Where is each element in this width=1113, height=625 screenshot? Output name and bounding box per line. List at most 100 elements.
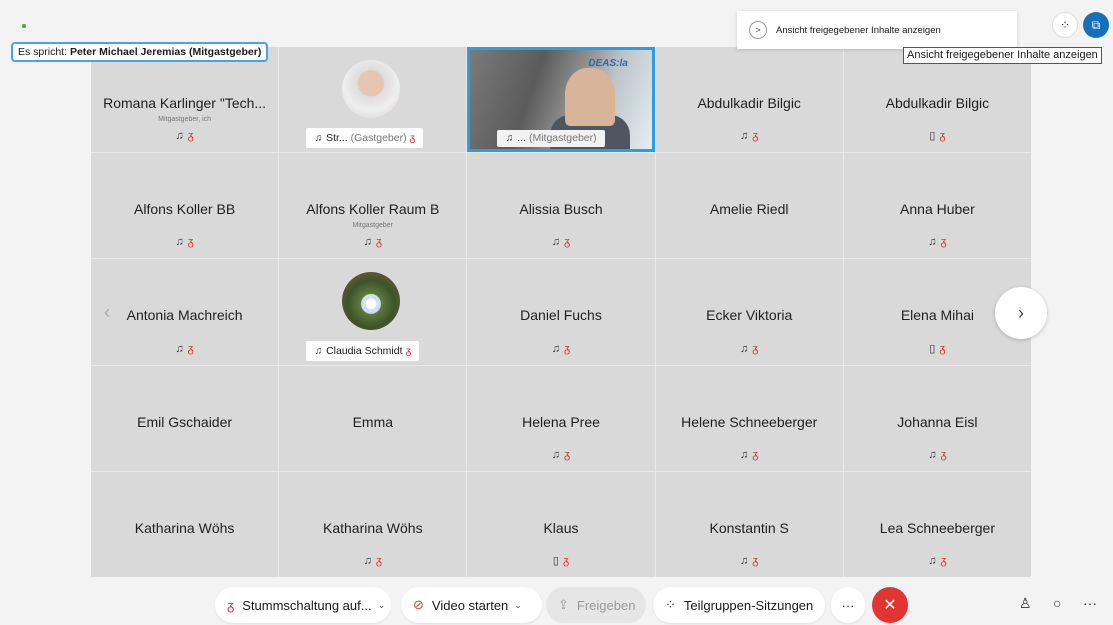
participant-tile[interactable]: Abdulkadir Bilgic ♫ ᵹ: [655, 47, 843, 153]
headset-icon: ♫: [363, 236, 372, 249]
participant-tile[interactable]: Alissia Busch ♫ ᵹ: [467, 153, 655, 259]
headset-icon: ♫: [314, 344, 323, 357]
chevron-left-icon: ‹: [104, 301, 110, 322]
mobile-icon: ▯: [929, 130, 936, 143]
participant-role: Mitgastgeber: [352, 222, 394, 230]
participant-name: ...: [517, 132, 527, 145]
participant-tile[interactable]: Emil Gschaider: [91, 365, 279, 471]
headset-icon: ♫: [175, 342, 184, 355]
participant-tile[interactable]: Helene Schneeberger ♫ ᵹ: [655, 365, 843, 471]
shared-content-panel[interactable]: > Ansicht freigegebener Inhalte anzeigen: [737, 11, 1017, 49]
participant-tile[interactable]: Amelie Riedl: [655, 153, 843, 259]
mic-muted-icon: ᵹ: [752, 130, 759, 143]
mic-muted-icon: ᵹ: [940, 448, 947, 461]
mic-muted-icon: ᵹ: [564, 448, 571, 461]
share-label: Freigeben: [576, 597, 636, 613]
mobile-icon: ▯: [552, 554, 559, 567]
participant-status: ▯ ᵹ: [467, 554, 654, 567]
speaker-name: Peter Michael Jeremias (Mitgastgeber): [69, 46, 262, 58]
chevron-right-icon: ›: [1018, 302, 1024, 323]
headset-icon: ♫: [740, 554, 749, 567]
mic-muted-icon: ᵹ: [375, 554, 382, 567]
mic-muted-icon: ᵹ: [939, 342, 946, 355]
headset-icon: ♫: [314, 132, 323, 145]
participant-tile[interactable]: Katharina Wöhs ♫ ᵹ: [279, 471, 467, 577]
more-right-icon[interactable]: ···: [1083, 595, 1097, 611]
participant-role: Mitgastgeber, ich: [158, 116, 212, 123]
participant-status: ♫ ᵹ: [467, 343, 654, 355]
participant-tile[interactable]: Anna Huber ♫ ᵹ: [843, 153, 1031, 259]
headset-icon: ♫: [551, 448, 561, 461]
speaking-icon: ♫: [505, 132, 514, 145]
headset-icon: ♫: [928, 236, 937, 249]
previous-page-button[interactable]: ‹: [88, 293, 126, 331]
participants-icon[interactable]: ♙: [1019, 595, 1032, 612]
mic-muted-icon: ᵹ: [752, 342, 759, 355]
more-options-button[interactable]: ···: [831, 587, 865, 623]
mic-muted-icon: ᵹ: [940, 554, 947, 567]
participant-status: ♫ ᵹ: [91, 236, 278, 248]
share-view-icon: ⧉: [1091, 17, 1101, 32]
grid-icon: ⁘: [1059, 18, 1071, 32]
headset-icon: ♫: [551, 236, 561, 249]
mic-muted-icon: ᵹ: [752, 448, 759, 461]
mic-muted-icon: ᵹ: [752, 554, 759, 567]
participant-status: ▯ ᵹ: [844, 342, 1031, 355]
participant-tile[interactable]: Helena Pree ♫ ᵹ: [467, 365, 655, 471]
tooltip: Ansicht freigegebener Inhalte anzeigen: [903, 47, 1102, 64]
participant-name: Claudia Schmidt: [326, 344, 403, 357]
breakout-label: Teilgruppen-Sitzungen: [683, 597, 814, 613]
start-video-button[interactable]: ⊘ Video starten ⌄: [401, 587, 542, 623]
participant-status: ♫ ᵹ: [467, 236, 654, 248]
mic-muted-icon: ᵹ: [187, 342, 194, 355]
participant-tile[interactable]: Johanna Eisl ♫ ᵹ: [843, 365, 1031, 471]
grid-layout-button[interactable]: ⁘: [1052, 12, 1078, 38]
participant-name: Klaus: [543, 519, 579, 536]
chevron-down-icon[interactable]: ⌄: [514, 600, 522, 611]
mic-muted-icon: ᵹ: [405, 344, 412, 357]
participant-tile[interactable]: Katharina Wöhs: [91, 471, 279, 577]
breakout-icon: ⁘: [665, 597, 676, 612]
headset-icon: ♫: [928, 448, 937, 461]
participant-video-tile[interactable]: DEAS:la ♫... (Mitgastgeber): [467, 47, 655, 153]
participant-status: ♫ ᵹ: [467, 449, 654, 461]
participant-status: ♫ ᵹ: [91, 130, 278, 142]
participant-name: Ecker Viktoria: [706, 307, 793, 324]
participant-name: Amelie Riedl: [709, 201, 789, 218]
participant-tile[interactable]: Emma: [279, 365, 467, 471]
participant-tile[interactable]: Daniel Fuchs ♫ ᵹ: [467, 259, 655, 365]
breakout-sessions-button[interactable]: ⁘ Teilgruppen-Sitzungen: [653, 587, 825, 623]
active-speaker-label: Es spricht: Peter Michael Jeremias (Mitg…: [11, 42, 269, 62]
chat-icon[interactable]: ○: [1053, 595, 1061, 611]
connection-status-dot: [22, 24, 26, 28]
participant-status: ♫ ᵹ: [279, 555, 466, 567]
participant-name: Helene Schneeberger: [681, 413, 818, 430]
participant-role: (Gastgeber): [350, 132, 407, 145]
participant-tile[interactable]: Ecker Viktoria ♫ ᵹ: [655, 259, 843, 365]
participant-tile[interactable]: Romana Karlinger "Tech... Mitgastgeber, …: [91, 47, 279, 153]
participant-tile[interactable]: ♫ Str... (Gastgeber) ᵹ: [279, 47, 467, 153]
chevron-right-icon[interactable]: >: [749, 21, 767, 39]
participant-status: ♫ ᵹ: [844, 555, 1031, 567]
chevron-down-icon[interactable]: ⌄: [378, 600, 386, 611]
participant-tile[interactable]: Alfons Koller Raum B Mitgastgeber ♫ ᵹ: [279, 153, 467, 259]
participant-name: Alfons Koller Raum B: [306, 201, 440, 218]
participant-status: ♫ ᵹ: [91, 343, 278, 355]
mic-muted-icon: ᵹ: [375, 236, 382, 249]
participant-tile[interactable]: ♫ Claudia Schmidt ᵹ: [279, 259, 467, 365]
close-icon: ✕: [883, 597, 897, 614]
participant-tile[interactable]: Klaus ▯ ᵹ: [467, 471, 655, 577]
end-meeting-button[interactable]: ✕: [872, 587, 908, 623]
shared-view-button[interactable]: ⧉: [1083, 12, 1109, 38]
participant-tile[interactable]: Alfons Koller BB ♫ ᵹ: [91, 153, 279, 259]
mute-button[interactable]: ᵹ Stummschaltung auf... ⌄: [215, 587, 391, 623]
participant-tile[interactable]: Lea Schneeberger ♫ ᵹ: [843, 471, 1031, 577]
headset-icon: ♫: [740, 448, 749, 461]
participant-tile[interactable]: Konstantin S ♫ ᵹ: [655, 471, 843, 577]
shared-content-label: Ansicht freigegebener Inhalte anzeigen: [776, 24, 941, 36]
next-page-button[interactable]: ›: [995, 287, 1047, 339]
share-button[interactable]: ⇪ Freigeben: [546, 587, 646, 623]
headset-icon: ♫: [551, 342, 561, 355]
participant-name: Alissia Busch: [519, 201, 603, 218]
participant-status: ▯ ᵹ: [844, 129, 1031, 142]
